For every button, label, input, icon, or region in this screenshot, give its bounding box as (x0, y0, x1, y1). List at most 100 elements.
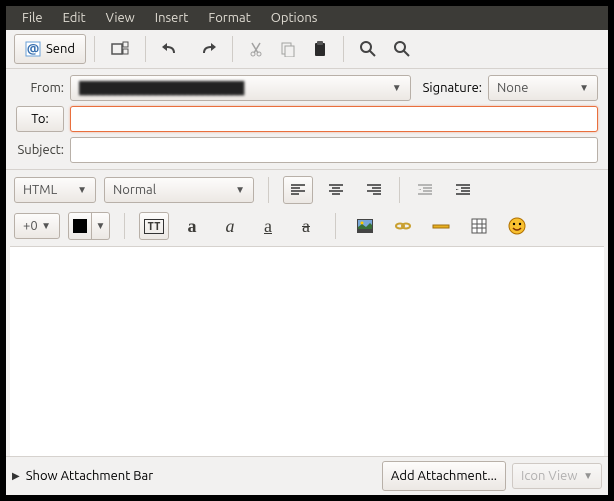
insert-link-button[interactable] (388, 212, 418, 240)
format-mode-dropdown[interactable]: HTML ▼ (14, 177, 96, 203)
align-right-icon (366, 183, 382, 197)
insert-image-button[interactable] (350, 212, 380, 240)
cut-icon (248, 41, 264, 57)
tt-icon: TT (144, 219, 163, 234)
to-label: To: (31, 112, 48, 126)
italic-button[interactable]: a (215, 212, 245, 240)
image-icon (356, 218, 374, 234)
font-size-value: +0 (23, 219, 38, 233)
copy-icon (280, 41, 296, 57)
send-label: Send (46, 42, 75, 56)
menu-edit[interactable]: Edit (53, 8, 96, 28)
find-button[interactable] (352, 34, 384, 64)
subject-label: Subject: (16, 143, 64, 157)
separator (399, 177, 400, 203)
paragraph-style-dropdown[interactable]: Normal ▼ (104, 177, 254, 203)
strike-icon: a (302, 216, 310, 237)
statusbar: ▶ Show Attachment Bar Add Attachment... … (6, 456, 608, 495)
format-toolbar-1: HTML ▼ Normal ▼ (6, 169, 608, 210)
window-button[interactable] (103, 34, 137, 64)
typewriter-button[interactable]: TT (139, 212, 169, 240)
redo-icon (197, 41, 217, 57)
underline-icon: a (264, 216, 272, 237)
header-fields: From: ████████████████████████████ ▼ Sig… (6, 69, 608, 169)
insert-rule-button[interactable] (426, 212, 456, 240)
separator (94, 36, 95, 62)
separator (124, 213, 125, 239)
show-attachment-label[interactable]: Show Attachment Bar (26, 469, 153, 483)
align-center-icon (328, 183, 344, 197)
search-icon (393, 40, 411, 58)
menu-view[interactable]: View (96, 8, 145, 28)
align-right-button[interactable] (359, 176, 389, 204)
chevron-down-icon: ▼ (41, 220, 51, 232)
svg-text:@: @ (27, 42, 40, 56)
signature-value: None (497, 81, 529, 95)
insert-emoticon-button[interactable] (502, 212, 532, 240)
at-icon: @ (25, 41, 41, 57)
underline-button[interactable]: a (253, 212, 283, 240)
insert-table-button[interactable] (464, 212, 494, 240)
main-toolbar: @ Send (6, 30, 608, 69)
color-swatch (73, 219, 87, 233)
paste-button[interactable] (305, 34, 335, 64)
compose-window: File Edit View Insert Format Options @ S… (6, 6, 608, 495)
attachment-view-dropdown[interactable]: Icon View ▼ (512, 463, 602, 489)
smiley-icon (508, 217, 526, 235)
hrule-icon (432, 218, 450, 234)
outdent-icon (417, 183, 433, 197)
send-button[interactable]: @ Send (14, 34, 86, 64)
expand-icon[interactable]: ▶ (12, 470, 20, 482)
cut-button[interactable] (241, 34, 271, 64)
chevron-down-icon: ▼ (235, 184, 245, 196)
paragraph-style-value: Normal (113, 183, 156, 197)
menu-insert[interactable]: Insert (145, 8, 199, 28)
add-attachment-button[interactable]: Add Attachment... (382, 461, 506, 491)
italic-icon: a (226, 216, 235, 237)
separator (343, 36, 344, 62)
windows-icon (110, 40, 130, 58)
chevron-down-icon: ▼ (77, 184, 87, 196)
add-attachment-label: Add Attachment... (391, 469, 497, 483)
align-left-button[interactable] (283, 176, 313, 204)
chevron-down-icon: ▼ (96, 220, 106, 232)
menu-file[interactable]: File (12, 8, 53, 28)
subject-input[interactable] (70, 137, 598, 163)
table-icon (471, 218, 487, 234)
attachment-view-value: Icon View (521, 469, 577, 483)
from-dropdown[interactable]: ████████████████████████████ ▼ (70, 75, 411, 101)
from-value: ████████████████████████████ (79, 81, 392, 96)
font-color-button[interactable] (68, 212, 92, 240)
find-replace-button[interactable] (386, 34, 418, 64)
chevron-down-icon: ▼ (392, 82, 402, 94)
signature-label: Signature: (423, 81, 482, 95)
undo-icon (161, 41, 181, 57)
undo-button[interactable] (154, 34, 188, 64)
align-left-icon (290, 183, 306, 197)
redo-button[interactable] (190, 34, 224, 64)
copy-button[interactable] (273, 34, 303, 64)
menubar: File Edit View Insert Format Options (6, 6, 608, 30)
font-color-menu-button[interactable]: ▼ (92, 212, 110, 240)
font-size-dropdown[interactable]: +0 ▼ (14, 213, 60, 239)
separator (335, 213, 336, 239)
format-toolbar-2: +0 ▼ ▼ TT a a a a (6, 210, 608, 246)
search-icon (359, 40, 377, 58)
indent-less-button[interactable] (410, 176, 440, 204)
menu-options[interactable]: Options (261, 8, 328, 28)
to-button[interactable]: To: (16, 106, 64, 132)
separator (268, 177, 269, 203)
indent-icon (455, 183, 471, 197)
menu-format[interactable]: Format (198, 8, 260, 28)
indent-more-button[interactable] (448, 176, 478, 204)
format-mode-value: HTML (23, 183, 57, 197)
separator (145, 36, 146, 62)
to-input[interactable] (70, 106, 598, 132)
strike-button[interactable]: a (291, 212, 321, 240)
signature-dropdown[interactable]: None ▼ (488, 75, 598, 101)
bold-button[interactable]: a (177, 212, 207, 240)
from-label: From: (16, 81, 64, 95)
bold-icon: a (188, 216, 197, 237)
align-center-button[interactable] (321, 176, 351, 204)
message-body[interactable] (10, 246, 604, 456)
